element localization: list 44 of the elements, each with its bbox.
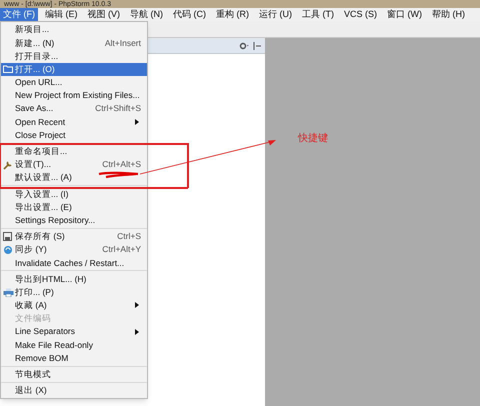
underline-scribble bbox=[98, 171, 140, 179]
menu-item[interactable]: Open Recent bbox=[1, 115, 147, 128]
menu-item[interactable]: 保存所有 (S) Ctrl+S bbox=[1, 230, 147, 243]
menu-bar-item[interactable]: 编辑 (E) bbox=[42, 8, 80, 21]
wrench-icon bbox=[3, 160, 13, 170]
menu-item[interactable]: 节电模式 bbox=[1, 368, 147, 381]
menu-item[interactable]: 新项目... bbox=[1, 23, 147, 36]
menu-bar-item[interactable]: 窗口 (W) bbox=[384, 8, 426, 21]
menu-bar-item[interactable]: 代码 (C) bbox=[170, 8, 209, 21]
menu-item[interactable]: 导出设置... (E) bbox=[1, 200, 147, 214]
menu-item[interactable]: Invalidate Caches / Restart... bbox=[1, 256, 147, 270]
menu-item[interactable]: Close Project bbox=[1, 128, 147, 142]
menu-bar-item[interactable]: 工具 (T) bbox=[299, 8, 337, 21]
menu-item[interactable]: 默认设置... (A) bbox=[1, 171, 147, 184]
menu-bar-item[interactable]: 导航 (N) bbox=[127, 8, 166, 21]
menu-item[interactable]: 打开... (O) bbox=[1, 62, 147, 76]
menu-bar-item[interactable]: 帮助 (H) bbox=[429, 8, 468, 21]
menu-bar-item[interactable]: 运行 (U) bbox=[256, 8, 295, 21]
menu-item[interactable]: Remove BOM bbox=[1, 352, 147, 365]
menu-item[interactable]: 打开目录... bbox=[1, 49, 147, 63]
menu-item[interactable]: 打印... (P) bbox=[1, 286, 147, 299]
menu-item[interactable]: 设置(T)... Ctrl+Alt+S bbox=[1, 158, 147, 172]
menu-item[interactable]: 新建... (N) Alt+Insert bbox=[1, 36, 147, 50]
annotation-label: 快捷键 bbox=[298, 134, 328, 144]
menu-item[interactable]: Make File Read-only bbox=[1, 338, 147, 352]
menu-item[interactable]: Line Separators bbox=[1, 325, 147, 338]
menu-bar-item[interactable]: 文件 (F) bbox=[0, 8, 38, 21]
menu-item[interactable]: Save As... Ctrl+Shift+S bbox=[1, 102, 147, 116]
menu-item[interactable]: 同步 (Y) Ctrl+Alt+Y bbox=[1, 243, 147, 256]
menu-item[interactable]: 导入设置... (I) bbox=[1, 187, 147, 200]
printer-icon bbox=[3, 288, 14, 297]
menu-item[interactable]: Open URL... bbox=[1, 76, 147, 89]
settings-icon[interactable] bbox=[239, 42, 249, 50]
menu-bar-item[interactable]: 视图 (V) bbox=[84, 8, 123, 21]
menu-item[interactable]: 退出 (X) bbox=[1, 384, 147, 398]
menu-item[interactable]: 导出到HTML... (H) bbox=[1, 272, 147, 286]
sync-icon bbox=[3, 245, 13, 255]
menu-bar-item[interactable]: VCS (S) bbox=[341, 8, 380, 21]
menu-item[interactable]: Settings Repository... bbox=[1, 214, 147, 227]
menu-item[interactable]: New Project from Existing Files... bbox=[1, 88, 147, 102]
folder-icon bbox=[3, 64, 13, 73]
menu-item[interactable]: 重命名项目... bbox=[1, 144, 147, 158]
menu-item[interactable]: 收藏 (A) bbox=[1, 298, 147, 312]
menu-bar-item[interactable]: 重构 (R) bbox=[213, 8, 252, 21]
